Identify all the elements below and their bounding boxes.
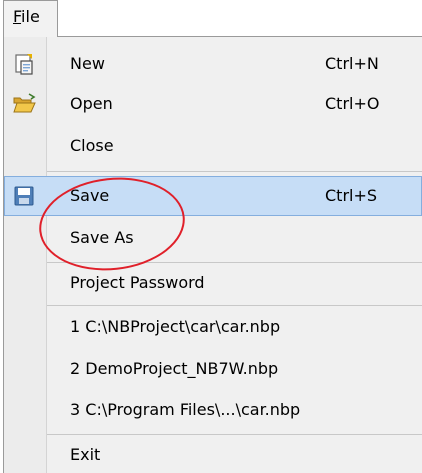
menu-item-recent-1[interactable]: 1 C:\NBProject\car\car.nbp [4,307,422,347]
menu-item-save-as[interactable]: Save As [4,218,422,258]
menu-item-close[interactable]: Close [4,126,422,166]
menu-item-open-label: Open [70,94,113,113]
menu-item-project-password-label: Project Password [70,273,205,292]
menu-item-save-label: Save [70,186,110,205]
menu-item-new-shortcut: Ctrl+N [325,54,379,73]
menu-item-recent-3[interactable]: 3 C:\Program Files\...\car.nbp [4,390,422,430]
menu-item-new[interactable]: New Ctrl+N [4,44,422,84]
menu-item-save-as-label: Save As [70,228,134,247]
menu-item-project-password[interactable]: Project Password [4,263,422,303]
menu-item-new-label: New [70,54,105,73]
menu-item-open[interactable]: Open Ctrl+O [4,84,422,124]
menu-item-exit[interactable]: Exit [4,435,422,473]
menu-item-recent-1-label: 1 C:\NBProject\car\car.nbp [70,317,281,336]
floppy-disk-icon [12,184,36,208]
menu-item-recent-3-label: 3 C:\Program Files\...\car.nbp [70,400,301,419]
menu-item-save[interactable]: Save Ctrl+S [4,176,422,216]
menu-item-open-shortcut: Ctrl+O [325,94,380,113]
open-folder-icon [12,92,36,116]
new-document-icon [12,52,36,76]
menu-item-exit-label: Exit [70,445,101,464]
menu-bar [0,0,422,33]
file-menu-label: File [13,7,40,26]
menu-item-close-label: Close [70,136,114,155]
menu-item-recent-2[interactable]: 2 DemoProject_NB7W.nbp [4,349,422,389]
menu-separator [47,305,422,306]
file-menu[interactable]: File [3,0,58,37]
menu-item-recent-2-label: 2 DemoProject_NB7W.nbp [70,359,279,378]
menu-item-save-shortcut: Ctrl+S [325,186,378,205]
menu-separator [47,171,422,172]
